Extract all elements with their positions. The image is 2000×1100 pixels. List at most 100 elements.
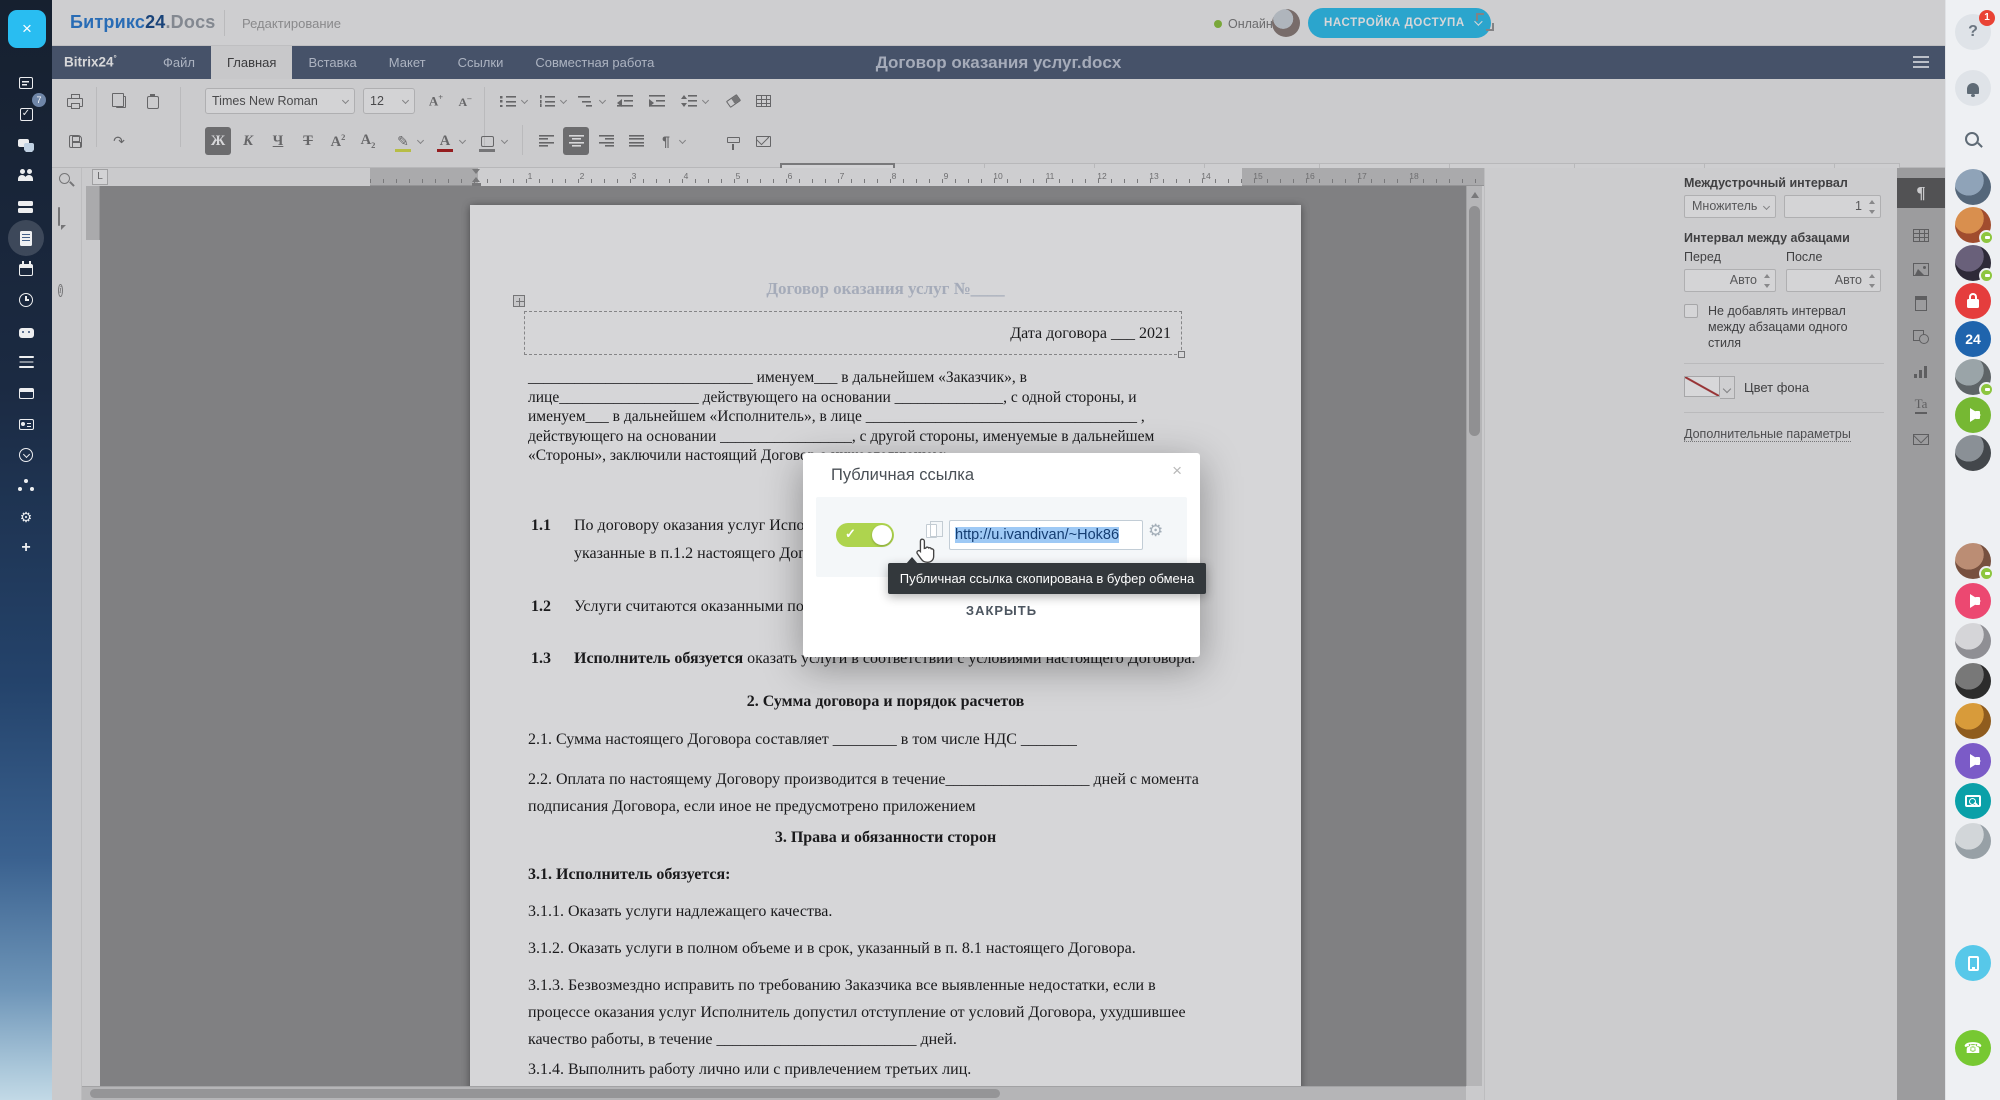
channel-chat[interactable] bbox=[1955, 743, 1991, 779]
notifications-button[interactable] bbox=[1955, 70, 1991, 106]
shading-button[interactable] bbox=[474, 127, 500, 155]
line-spacing-value-spinner[interactable]: 1 bbox=[1784, 195, 1881, 218]
numbered-list-button[interactable] bbox=[534, 87, 560, 115]
italic-button[interactable]: К bbox=[235, 127, 261, 155]
header-settings-tab[interactable] bbox=[1897, 288, 1945, 318]
navigation-button[interactable] bbox=[58, 244, 76, 262]
same-style-checkbox[interactable] bbox=[1684, 304, 1698, 318]
sidebar-item-docs[interactable] bbox=[0, 223, 52, 253]
mailmerge-button[interactable] bbox=[750, 127, 776, 155]
underline-button[interactable]: Ч bbox=[265, 127, 291, 155]
info-button[interactable]: i bbox=[58, 280, 76, 298]
chevron-down-icon[interactable] bbox=[599, 97, 606, 104]
font-color-button[interactable]: А bbox=[432, 127, 458, 155]
sidebar-item-feed[interactable] bbox=[0, 68, 52, 98]
sidebar-item-add[interactable]: + bbox=[0, 533, 52, 563]
spinner-arrows-icon[interactable] bbox=[1868, 273, 1876, 289]
insert-table-button[interactable] bbox=[750, 87, 776, 115]
tab-макет[interactable]: Макет bbox=[373, 46, 442, 79]
frame-move-handle[interactable] bbox=[513, 295, 525, 307]
clear-style-button[interactable] bbox=[720, 87, 746, 115]
public-link-toggle[interactable]: ✓ bbox=[836, 523, 894, 547]
user-avatar[interactable] bbox=[1955, 663, 1991, 699]
vertical-scrollbar[interactable] bbox=[1466, 186, 1482, 1086]
redo-button[interactable]: ↷ bbox=[106, 127, 132, 155]
user-avatar[interactable] bbox=[1955, 703, 1991, 739]
screen-share-chat[interactable] bbox=[1955, 783, 1991, 819]
sidebar-item-chat[interactable] bbox=[0, 130, 52, 160]
user-avatar[interactable] bbox=[1955, 169, 1991, 205]
close-sidebar-button[interactable]: × bbox=[8, 10, 46, 48]
tab-ссылки[interactable]: Ссылки bbox=[442, 46, 520, 79]
chevron-down-icon[interactable] bbox=[417, 137, 424, 144]
scroll-up-icon[interactable] bbox=[1471, 192, 1479, 198]
sidebar-item-calendar[interactable] bbox=[0, 254, 52, 284]
sidebar-item-funnel[interactable] bbox=[0, 347, 52, 377]
spacing-before-spinner[interactable]: Авто bbox=[1684, 269, 1776, 292]
font-name-select[interactable]: Times New Roman bbox=[205, 88, 355, 114]
search-button[interactable] bbox=[58, 172, 76, 190]
nonprinting-chars-button[interactable]: ¶ bbox=[653, 127, 679, 155]
align-right-button[interactable] bbox=[593, 127, 619, 155]
telephony-button[interactable]: ☎ bbox=[1955, 1030, 1991, 1066]
tab-совместная-работа[interactable]: Совместная работа bbox=[519, 46, 670, 79]
sidebar-item-sites[interactable] bbox=[0, 378, 52, 408]
menu-icon[interactable] bbox=[1913, 56, 1929, 68]
sidebar-item-automation[interactable] bbox=[0, 471, 52, 501]
decrease-font-button[interactable]: А– bbox=[452, 87, 478, 115]
chevron-down-icon[interactable] bbox=[702, 97, 709, 104]
chevron-down-icon[interactable] bbox=[560, 97, 567, 104]
chevron-down-icon[interactable] bbox=[521, 97, 528, 104]
avatar[interactable] bbox=[1272, 9, 1300, 37]
sidebar-item-tasks[interactable]: ✓7 bbox=[0, 99, 52, 129]
chevron-down-icon[interactable] bbox=[501, 137, 508, 144]
save-button[interactable] bbox=[62, 127, 88, 155]
sidebar-item-contacts[interactable] bbox=[0, 409, 52, 439]
close-modal-button[interactable]: ЗАКРЫТЬ bbox=[803, 603, 1200, 618]
channel-chat[interactable] bbox=[1955, 583, 1991, 619]
locked-chat[interactable] bbox=[1955, 283, 1991, 319]
horizontal-scrollbar[interactable] bbox=[82, 1086, 1466, 1100]
tab-файл[interactable]: Файл bbox=[147, 46, 211, 79]
user-avatar[interactable] bbox=[1955, 359, 1991, 395]
decrease-indent-button[interactable] bbox=[612, 87, 638, 115]
sidebar-item-drive[interactable] bbox=[0, 192, 52, 222]
increase-font-button[interactable]: А+ bbox=[423, 87, 449, 115]
sidebar-item-more[interactable] bbox=[0, 440, 52, 470]
advanced-settings-link[interactable]: Дополнительные параметры bbox=[1684, 427, 1851, 442]
tab-вставка[interactable]: Вставка bbox=[292, 46, 372, 79]
frame-resize-handle[interactable] bbox=[1178, 351, 1185, 358]
print-button[interactable] bbox=[62, 87, 88, 115]
close-icon[interactable]: × bbox=[1172, 461, 1182, 481]
mailmerge-settings-tab[interactable] bbox=[1897, 424, 1945, 454]
search-button[interactable] bbox=[1955, 122, 1991, 158]
tab-selector[interactable]: L bbox=[92, 169, 108, 185]
chevron-down-icon[interactable] bbox=[459, 137, 466, 144]
align-center-button[interactable] bbox=[563, 127, 589, 155]
table-settings-tab[interactable] bbox=[1897, 220, 1945, 250]
increase-indent-button[interactable] bbox=[644, 87, 670, 115]
image-settings-tab[interactable] bbox=[1897, 254, 1945, 284]
bullet-list-button[interactable] bbox=[495, 87, 521, 115]
channel-chat[interactable] bbox=[1955, 397, 1991, 433]
bold-button[interactable]: Ж bbox=[205, 127, 231, 155]
mobile-app-button[interactable] bbox=[1955, 945, 1991, 981]
user-avatar[interactable] bbox=[1955, 207, 1991, 243]
textart-settings-tab[interactable]: Ta bbox=[1897, 390, 1945, 420]
format-painter-button[interactable] bbox=[720, 127, 746, 155]
fullscreen-icon[interactable] bbox=[1476, 13, 1494, 31]
copy-link-icon[interactable] bbox=[926, 524, 937, 538]
spacing-after-spinner[interactable]: Авто bbox=[1786, 269, 1881, 292]
help-button[interactable]: ?1 bbox=[1955, 14, 1991, 50]
public-link-input[interactable]: http://u.ivandivan/~Hok86 bbox=[949, 520, 1143, 550]
line-spacing-type-select[interactable]: Множитель bbox=[1684, 195, 1776, 218]
access-settings-button[interactable]: НАСТРОЙКА ДОСТУПА bbox=[1308, 8, 1491, 38]
user-avatar[interactable] bbox=[1955, 245, 1991, 281]
font-size-select[interactable]: 12 bbox=[363, 88, 415, 114]
date-text-frame[interactable]: Дата договора ___ 2021 bbox=[524, 311, 1182, 355]
subscript-button[interactable]: А2 bbox=[355, 127, 381, 155]
paste-button[interactable] bbox=[140, 87, 166, 115]
link-settings-gear-icon[interactable]: ⚙ bbox=[1148, 521, 1163, 541]
line-spacing-button[interactable] bbox=[676, 87, 702, 115]
user-avatar[interactable] bbox=[1955, 623, 1991, 659]
